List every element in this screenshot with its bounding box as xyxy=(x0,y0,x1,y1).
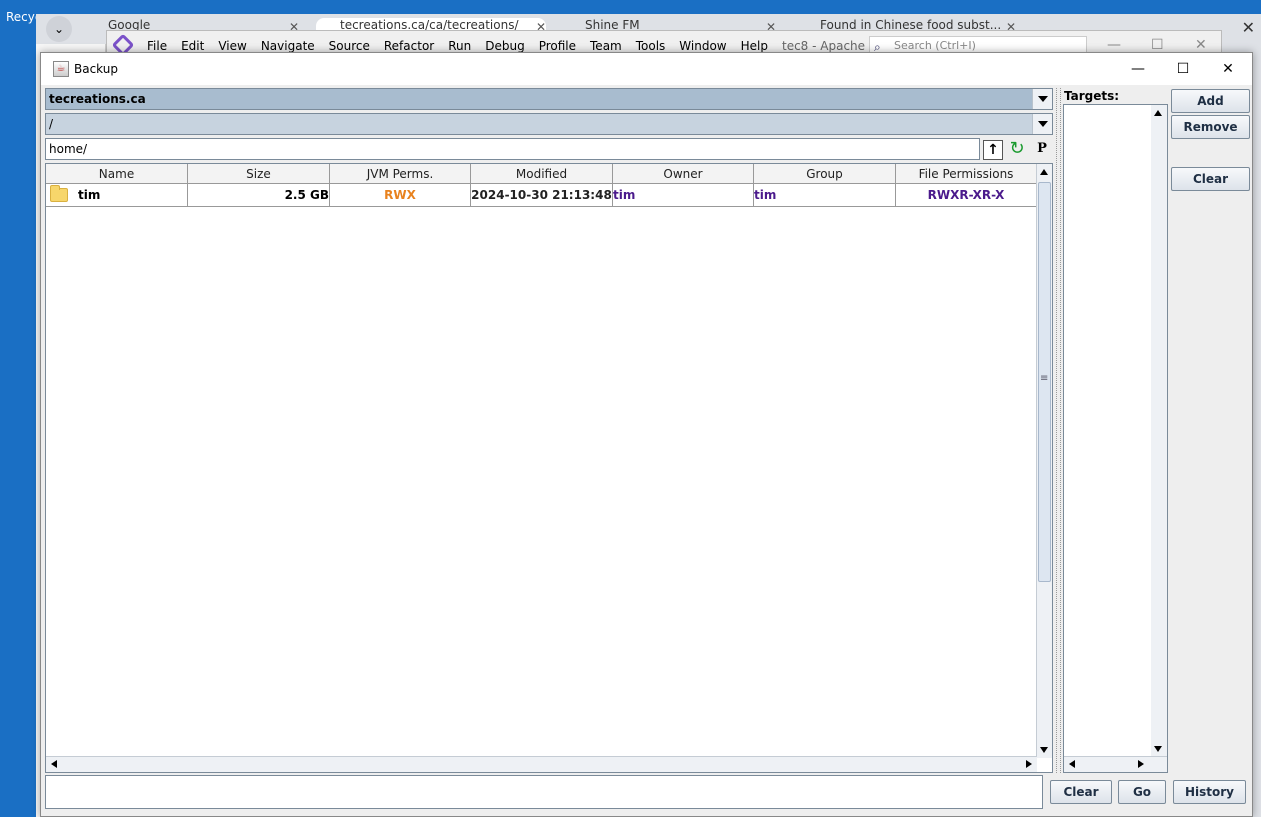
current-path-field[interactable]: home/ xyxy=(45,138,980,160)
maximize-button[interactable]: ☐ xyxy=(1160,53,1206,85)
menu-refactor[interactable]: Refactor xyxy=(384,39,434,53)
refresh-icon: ↻ xyxy=(1009,138,1025,159)
column-header-size[interactable]: Size xyxy=(188,164,330,184)
menu-file[interactable]: File xyxy=(147,39,167,53)
clear-targets-button[interactable]: Clear xyxy=(1171,167,1250,191)
menu-view[interactable]: View xyxy=(218,39,246,53)
scroll-up-icon[interactable] xyxy=(1151,105,1166,121)
scroll-up-icon[interactable] xyxy=(1037,164,1052,180)
remove-target-button[interactable]: Remove xyxy=(1171,115,1250,139)
menu-edit[interactable]: Edit xyxy=(181,39,204,53)
tab-search-button[interactable]: ⌄ xyxy=(46,16,72,42)
minimize-icon[interactable]: — xyxy=(1107,37,1121,53)
close-icon: ✕ xyxy=(1222,61,1234,77)
cell-file-permissions[interactable]: RWXR-XR-X xyxy=(896,184,1037,206)
maximize-icon[interactable]: ☐ xyxy=(1151,37,1164,53)
cell-size[interactable]: 2.5 GB xyxy=(188,184,330,206)
cell-group[interactable]: tim xyxy=(754,184,896,206)
column-header-owner[interactable]: Owner xyxy=(613,164,754,184)
ide-title: tec8 - Apache ... xyxy=(781,39,881,53)
scroll-left-icon[interactable] xyxy=(1064,757,1080,772)
menu-profile[interactable]: Profile xyxy=(539,39,576,53)
scroll-right-icon[interactable] xyxy=(1021,757,1037,772)
chevron-down-icon[interactable] xyxy=(1032,89,1052,109)
column-header-jvm-perms[interactable]: JVM Perms. xyxy=(330,164,471,184)
file-table: Name Size JVM Perms. Modified Owner Grou… xyxy=(45,163,1053,773)
menu-window[interactable]: Window xyxy=(679,39,726,53)
menu-help[interactable]: Help xyxy=(741,39,768,53)
targets-list[interactable] xyxy=(1063,104,1168,773)
backup-dialog: ☕ Backup — ☐ ✕ tecreations.ca / home/ ↑ … xyxy=(40,52,1253,817)
java-app-icon: ☕ xyxy=(53,61,69,77)
column-header-group[interactable]: Group xyxy=(754,164,896,184)
refresh-button[interactable]: ↻ xyxy=(1007,140,1027,160)
targets-horizontal-scrollbar[interactable] xyxy=(1064,756,1167,772)
host-select-value: tecreations.ca xyxy=(49,92,146,106)
root-path-select[interactable]: / xyxy=(45,113,1053,135)
parent-directory-button[interactable]: ↑ xyxy=(983,140,1003,160)
add-target-button[interactable]: Add xyxy=(1171,89,1250,113)
targets-list-area[interactable] xyxy=(1064,105,1152,757)
targets-label: Targets: xyxy=(1064,89,1120,103)
menu-team[interactable]: Team xyxy=(590,39,622,53)
menu-source[interactable]: Source xyxy=(329,39,370,53)
cell-modified[interactable]: 2024-10-30 21:13:48 xyxy=(471,184,613,206)
cell-owner[interactable]: tim xyxy=(613,184,754,206)
root-path-value: / xyxy=(49,117,54,131)
clear-button[interactable]: Clear xyxy=(1050,780,1112,804)
table-row[interactable]: tim 2.5 GB RWX 2024-10-30 21:13:48 tim t… xyxy=(46,184,1037,207)
table-horizontal-scrollbar[interactable] xyxy=(46,756,1037,772)
chevron-down-icon[interactable] xyxy=(1032,114,1052,134)
maximize-icon: ☐ xyxy=(1176,61,1190,77)
close-icon[interactable]: ✕ xyxy=(1195,37,1207,53)
menu-run[interactable]: Run xyxy=(448,39,471,53)
scroll-down-icon[interactable] xyxy=(1151,741,1166,757)
scroll-down-icon[interactable] xyxy=(1037,742,1052,758)
permissions-button[interactable]: P xyxy=(1032,140,1052,160)
scroll-thumb[interactable] xyxy=(1038,182,1051,582)
history-button[interactable]: History xyxy=(1173,780,1246,804)
table-vertical-scrollbar[interactable] xyxy=(1036,164,1052,758)
table-header: Name Size JVM Perms. Modified Owner Grou… xyxy=(46,164,1037,184)
column-header-file-permissions[interactable]: File Permissions xyxy=(896,164,1037,184)
host-select[interactable]: tecreations.ca xyxy=(45,88,1053,110)
scroll-right-icon[interactable] xyxy=(1133,757,1149,772)
ide-search-placeholder: Search (Ctrl+I) xyxy=(894,39,976,52)
p-icon: P xyxy=(1037,141,1047,156)
cell-name[interactable]: tim xyxy=(46,184,188,206)
minimize-icon: — xyxy=(1131,61,1145,77)
column-header-modified[interactable]: Modified xyxy=(471,164,613,184)
scroll-thumb[interactable] xyxy=(63,758,1018,771)
split-pane-divider[interactable] xyxy=(1056,88,1061,773)
menu-debug[interactable]: Debug xyxy=(485,39,524,53)
close-button[interactable]: ✕ xyxy=(1205,53,1251,85)
folder-icon xyxy=(50,185,68,202)
targets-vertical-scrollbar[interactable] xyxy=(1151,105,1167,757)
column-header-name[interactable]: Name xyxy=(46,164,188,184)
menu-navigate[interactable]: Navigate xyxy=(261,39,315,53)
dialog-titlebar[interactable]: ☕ Backup — ☐ ✕ xyxy=(41,53,1252,85)
go-button[interactable]: Go xyxy=(1118,780,1166,804)
menu-tools[interactable]: Tools xyxy=(636,39,666,53)
close-icon[interactable]: ✕ xyxy=(1242,18,1255,37)
minimize-button[interactable]: — xyxy=(1115,53,1161,85)
command-field[interactable] xyxy=(45,775,1043,809)
dialog-title: Backup xyxy=(74,62,118,76)
cell-jvm-perms[interactable]: RWX xyxy=(330,184,471,206)
scroll-left-icon[interactable] xyxy=(46,757,62,772)
cell-name-text: tim xyxy=(78,188,101,202)
arrow-up-icon: ↑ xyxy=(987,142,999,158)
